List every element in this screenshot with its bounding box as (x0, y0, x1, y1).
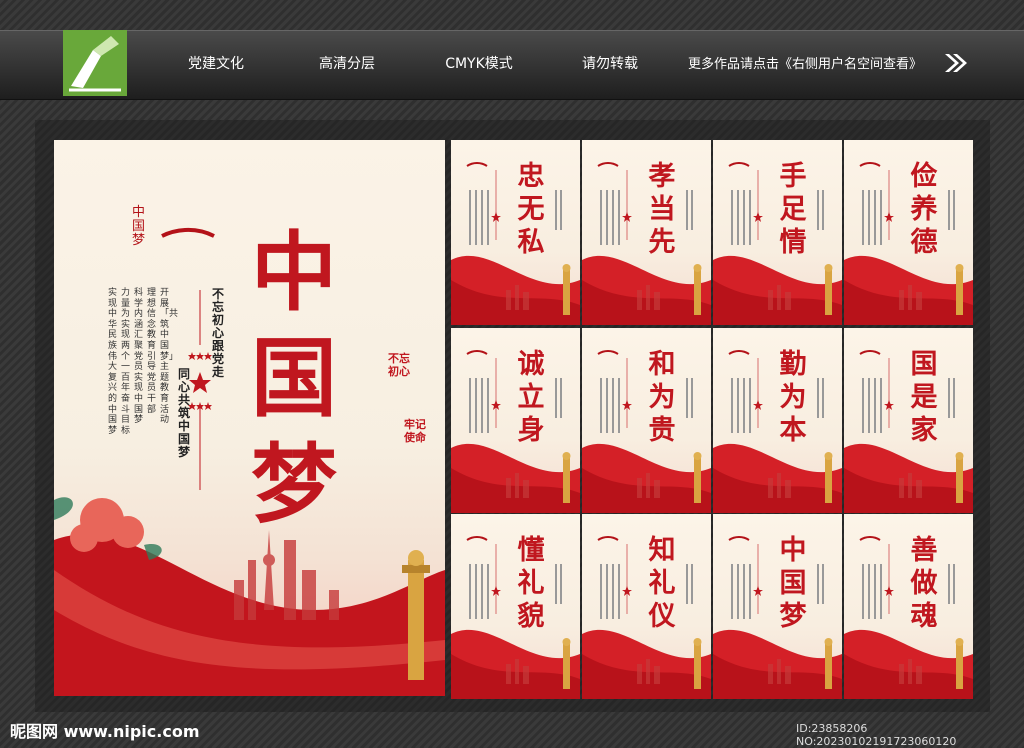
double-arrow-icon[interactable] (943, 52, 969, 78)
body-text-column: 实现中华民族伟大复兴的中国梦 (108, 288, 118, 436)
small-poster-title: 和为贵 (648, 349, 676, 446)
image-id-text: ID:23858206 NO:20230102191723060120 (796, 722, 957, 748)
main-poster: 中国梦 中国梦 不忘初心跟党走 同心共筑中国梦 开展「共筑中国梦」主题教育活动 … (54, 140, 445, 696)
small-poster: 知礼仪 (582, 514, 711, 699)
body-text-column: 开展「共筑中国梦」主题教育活动 (160, 288, 179, 426)
small-poster: 诚立身 (451, 328, 580, 513)
small-poster: 忠无私 (451, 140, 580, 325)
stamp-remember-mission: 不忘初心 (388, 352, 410, 378)
small-poster: 中国梦 (713, 514, 842, 699)
small-poster: 和为贵 (582, 328, 711, 513)
site-watermark: 昵图网 www.nipic.com (10, 722, 200, 741)
small-poster-title: 手足情 (779, 161, 807, 258)
small-poster: 俭养德 (844, 140, 973, 325)
slogan-follow-party: 不忘初心跟党走 (212, 287, 225, 379)
small-poster-title: 孝当先 (648, 161, 676, 258)
small-poster-title: 勤为本 (779, 349, 807, 446)
small-poster-title: 俭养德 (910, 161, 938, 258)
small-poster-title: 懂礼貌 (517, 535, 545, 632)
body-text-column: 理想信念教育引导党员干部 (147, 288, 157, 415)
small-poster: 手足情 (713, 140, 842, 325)
stamp-keep-mission: 牢记使命 (404, 418, 426, 444)
small-poster-title: 国是家 (910, 349, 938, 446)
small-poster-title: 知礼仪 (648, 535, 676, 632)
small-poster: 勤为本 (713, 328, 842, 513)
main-title: 中国梦 (251, 222, 337, 535)
small-poster-title: 忠无私 (517, 161, 545, 258)
pen-logo-icon (63, 30, 127, 96)
small-poster: 善做魂 (844, 514, 973, 699)
body-text-column: 力量为实现两个一百年奋斗目标 (121, 288, 131, 436)
small-poster-title: 诚立身 (517, 349, 545, 446)
tag-hd-layers[interactable]: 高清分层 (291, 50, 403, 78)
body-text-column: 科学内涵汇聚党员实现中国梦 (134, 288, 144, 426)
small-poster: 国是家 (844, 328, 973, 513)
brush-calligraphy-logo: 中国梦 (132, 205, 146, 248)
small-poster: 懂礼貌 (451, 514, 580, 699)
small-poster-title: 善做魂 (910, 535, 938, 632)
slogan-build-dream: 同心共筑中国梦 (178, 367, 191, 459)
tag-party-culture[interactable]: 党建文化 (160, 50, 272, 78)
more-works-link[interactable]: 更多作品请点击《右侧用户名空间查看》 (688, 53, 922, 72)
small-poster: 孝当先 (582, 140, 711, 325)
site-logo[interactable] (63, 30, 127, 96)
tag-no-repost[interactable]: 请勿转载 (554, 50, 666, 78)
tag-cmyk[interactable]: CMYK模式 (423, 50, 535, 78)
small-poster-title: 中国梦 (779, 535, 807, 632)
